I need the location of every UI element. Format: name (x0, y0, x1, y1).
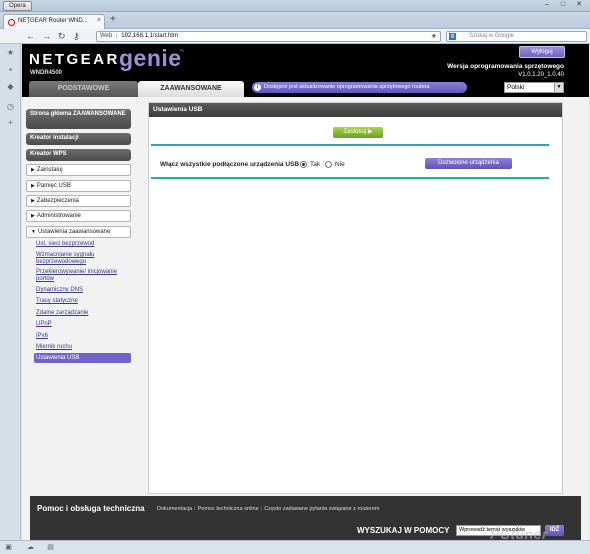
back-icon[interactable]: ← (26, 30, 35, 42)
firmware-update-text[interactable]: Dostępne jest aktualizowanie oprogramowa… (264, 84, 429, 90)
tab-close-icon[interactable]: × (97, 17, 101, 24)
page-icon[interactable]: ▤ (46, 543, 55, 552)
language-select[interactable]: Polski ▼ (504, 82, 564, 93)
submenu-static-routes[interactable]: Trasy statyczne (36, 298, 131, 305)
submenu-dynamic-dns[interactable]: Dynamiczny DNS (36, 287, 131, 294)
status-bar: ▣ ☁ ▤ (0, 540, 590, 554)
downloads-icon[interactable]: ◆ (6, 82, 15, 91)
trademark-mark: ™ (179, 49, 184, 55)
tab-advanced[interactable]: ZAAWANSOWANE (138, 81, 244, 97)
submenu-ipv6[interactable]: IPv6 (36, 333, 131, 340)
help-search-label: WYSZUKAJ W POMOCY (357, 526, 450, 535)
genie-logo: genie (119, 45, 182, 71)
radio-no-label[interactable]: Nie (335, 161, 345, 168)
link-faq[interactable]: Często zadawane pytania związane z route… (264, 506, 379, 512)
menu-item-label[interactable]: Administrowanie (37, 213, 81, 219)
language-value[interactable]: Polski (507, 84, 524, 91)
firmware-update-notice[interactable]: i Dostępne jest aktualizowanie oprogramo… (252, 82, 467, 93)
opera-side-panel: ★ ▪ ◆ ◷ + (0, 44, 21, 540)
help-links: Dokumentacja | Pomoc techniczna online | Czę… (157, 506, 379, 512)
link-online-support[interactable]: Pomoc techniczna online (198, 506, 259, 512)
key-icon[interactable]: ⚷ (73, 30, 80, 42)
submenu-traffic-meter[interactable]: Miernik ruchu (36, 344, 131, 351)
divider (151, 144, 549, 146)
help-title: Pomoc i obsługa techniczna (37, 504, 145, 513)
address-bar[interactable]: Web 192.168.1.1/start.htm ★ (96, 31, 441, 42)
submenu-wireless-settings[interactable]: Ust. sieci bezprzewod (36, 241, 131, 248)
menu-home-advanced[interactable]: Strona główna ZAAWANSOWANE (26, 109, 131, 129)
panel-toggle-icon[interactable]: ▣ (4, 543, 13, 552)
new-tab-icon[interactable]: + (110, 15, 116, 25)
allowed-devices-button[interactable]: Dozwolone urządzenia (425, 158, 512, 169)
triangle-right-icon: ▶ (31, 198, 35, 204)
tab-basic[interactable]: PODSTAWOWE (29, 81, 138, 97)
header: NETGEAR genie ™ WNDR4500 Wyloguj Wersja … (22, 44, 589, 97)
submenu-wireless-repeating[interactable]: Wzmacnianie sygnału bezprzewodowego (36, 252, 131, 266)
radio-no[interactable] (325, 161, 332, 168)
tab-title: NETGEAR Router WND... (18, 18, 88, 24)
notes-icon[interactable]: ▪ (6, 65, 15, 74)
minimize-icon[interactable]: – (540, 1, 554, 10)
info-icon: i (254, 84, 261, 91)
menu-item-setup[interactable]: ▶ Zainstaluj (26, 164, 131, 176)
menu-item-label[interactable]: Ustawienia zaawansowane (38, 229, 110, 235)
opera-menu-button[interactable]: Opera (3, 1, 32, 11)
logout-button[interactable]: Wyloguj (519, 46, 565, 58)
tab-bar: NETGEAR Router WND... × + (0, 12, 590, 29)
triangle-right-icon: ▶ (31, 183, 35, 189)
menu-wps-wizard[interactable]: Kreator WPS (26, 149, 131, 161)
menu-setup-wizard[interactable]: Kreator instalacji (26, 133, 131, 145)
radio-yes[interactable] (300, 161, 307, 168)
link-documentation[interactable]: Dokumentacja (157, 506, 192, 512)
menu-item-security[interactable]: ▶ Zabezpieczenia (26, 195, 131, 207)
radio-yes-label[interactable]: Tak (310, 161, 320, 168)
search-placeholder[interactable]: Szukaj w Google (469, 33, 514, 39)
bookmark-star-icon[interactable]: ★ (431, 32, 437, 41)
netgear-logo: NETGEAR (29, 51, 120, 68)
opera-favicon-icon (8, 19, 15, 26)
apply-button[interactable]: Zastosuj ▶ (333, 127, 383, 138)
triangle-right-icon: ▶ (31, 213, 35, 219)
divider (151, 177, 549, 179)
submenu-port-forwarding[interactable]: Przekierowywanie/ inicjowanie portów (36, 269, 131, 283)
title-bar: Opera – □ ✕ (0, 0, 590, 12)
submenu-remote-management[interactable]: Zdalne zarządzanie (36, 310, 131, 317)
firmware-label: Wersja oprogramowania sprzętowego (447, 63, 564, 70)
google-icon[interactable]: g (449, 33, 456, 40)
router-page: NETGEAR genie ™ WNDR4500 Wyloguj Wersja … (22, 44, 589, 540)
menu-item-label[interactable]: Zainstaluj (37, 167, 63, 173)
menu-item-usb-storage[interactable]: ▶ Pamięć USB (26, 180, 131, 192)
model-name: WNDR4500 (30, 70, 63, 76)
bookmarks-icon[interactable]: ★ (6, 48, 15, 57)
menu-item-label[interactable]: Pamięć USB (37, 183, 71, 189)
watermark-logo: PCtuner (490, 526, 548, 542)
maximize-icon[interactable]: □ (556, 1, 570, 10)
menu-item-advanced-settings[interactable]: ▼ Ustawienia zaawansowane (26, 226, 131, 238)
submenu-usb-settings[interactable]: Ustawienia USB (34, 353, 131, 363)
reload-icon[interactable]: ↻ (58, 30, 66, 42)
add-panel-icon[interactable]: + (6, 118, 15, 127)
menu-item-label[interactable]: Zabezpieczenia (37, 198, 79, 204)
search-box[interactable]: g Szukaj w Google (446, 31, 587, 42)
browser-tab[interactable]: NETGEAR Router WND... × (3, 14, 105, 29)
history-icon[interactable]: ◷ (6, 102, 15, 111)
submenu-upnp[interactable]: UPnP (36, 321, 131, 328)
site-badge[interactable]: Web (100, 33, 118, 39)
browser-toolbar: ← → ↻ ⚷ Web 192.168.1.1/start.htm ★ g Szu… (0, 29, 590, 44)
triangle-down-icon: ▼ (31, 229, 36, 235)
chevron-down-icon[interactable]: ▼ (554, 83, 563, 92)
cloud-icon[interactable]: ☁ (26, 543, 35, 552)
enable-usb-label: Włącz wszystkie podłączone urządzenia US… (160, 161, 300, 168)
menu-item-administration[interactable]: ▶ Administrowanie (26, 210, 131, 222)
content-panel: Ustawienia USB Zastosuj ▶ Włącz wszystki… (148, 102, 563, 494)
firmware-version: V1.0.1.20_1.0.40 (518, 72, 564, 78)
url-text[interactable]: 192.168.1.1/start.htm (117, 33, 178, 39)
forward-icon[interactable]: → (42, 30, 51, 42)
page-title: Ustawienia USB (149, 103, 562, 117)
triangle-right-icon: ▶ (31, 167, 35, 173)
close-window-icon[interactable]: ✕ (572, 1, 586, 10)
left-menu: Strona główna ZAAWANSOWANE Kreator insta… (22, 97, 146, 497)
